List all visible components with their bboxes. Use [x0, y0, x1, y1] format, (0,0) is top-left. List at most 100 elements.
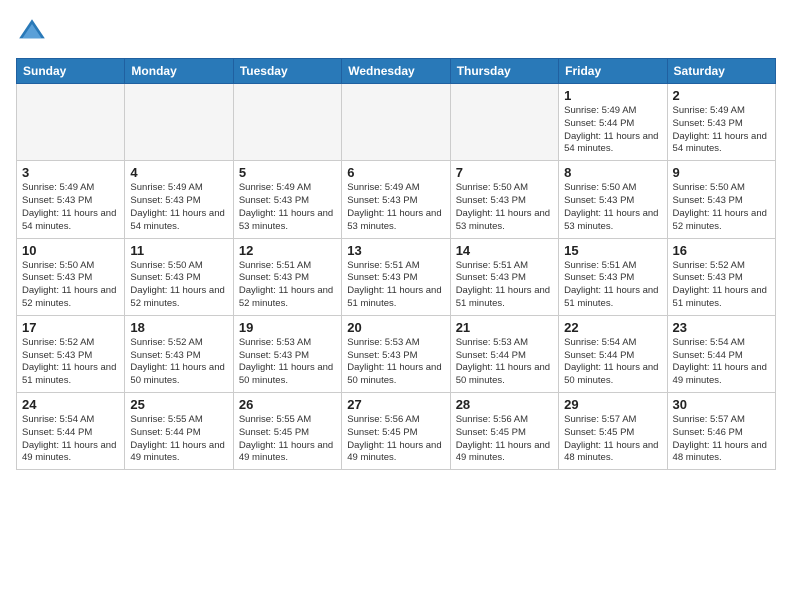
calendar-week-row: 1Sunrise: 5:49 AMSunset: 5:44 PMDaylight…: [17, 84, 776, 161]
calendar-cell: 26 Sunrise: 5:55 AMSunset: 5:45 PMDayligh…: [233, 393, 341, 470]
day-of-week-header: Wednesday: [342, 59, 450, 84]
calendar-cell: 14 Sunrise: 5:51 AMSunset: 5:43 PMDayligh…: [450, 238, 558, 315]
day-of-week-header: Saturday: [667, 59, 775, 84]
day-number: 25: [130, 397, 227, 412]
calendar-cell: 16 Sunrise: 5:52 AMSunset: 5:43 PMDayligh…: [667, 238, 775, 315]
day-of-week-header: Monday: [125, 59, 233, 84]
day-info: Sunrise: 5:50 AMSunset: 5:43 PMDaylight:…: [22, 260, 119, 311]
calendar-cell: [342, 84, 450, 161]
day-of-week-header: Friday: [559, 59, 667, 84]
day-number: 11: [130, 243, 227, 258]
day-info: Sunrise: 5:54 AMSunset: 5:44 PMDaylight:…: [673, 337, 770, 388]
day-number: 8: [564, 165, 661, 180]
day-of-week-header: Thursday: [450, 59, 558, 84]
calendar-cell: 30 Sunrise: 5:57 AMSunset: 5:46 PMDayligh…: [667, 393, 775, 470]
day-number: 20: [347, 320, 444, 335]
day-number: 29: [564, 397, 661, 412]
day-info: Sunrise: 5:49 AMSunset: 5:43 PMDaylight:…: [673, 105, 770, 156]
calendar-header-row: SundayMondayTuesdayWednesdayThursdayFrid…: [17, 59, 776, 84]
calendar-cell: 18 Sunrise: 5:52 AMSunset: 5:43 PMDayligh…: [125, 315, 233, 392]
calendar-cell: 27 Sunrise: 5:56 AMSunset: 5:45 PMDayligh…: [342, 393, 450, 470]
day-info: Sunrise: 5:51 AMSunset: 5:43 PMDaylight:…: [456, 260, 553, 311]
calendar-cell: [450, 84, 558, 161]
day-number: 13: [347, 243, 444, 258]
day-info: Sunrise: 5:50 AMSunset: 5:43 PMDaylight:…: [456, 182, 553, 233]
day-number: 26: [239, 397, 336, 412]
day-info: Sunrise: 5:53 AMSunset: 5:43 PMDaylight:…: [347, 337, 444, 388]
day-info: Sunrise: 5:52 AMSunset: 5:43 PMDaylight:…: [130, 337, 227, 388]
day-number: 22: [564, 320, 661, 335]
day-info: Sunrise: 5:56 AMSunset: 5:45 PMDaylight:…: [456, 414, 553, 465]
day-info: Sunrise: 5:50 AMSunset: 5:43 PMDaylight:…: [673, 182, 770, 233]
day-number: 7: [456, 165, 553, 180]
day-number: 19: [239, 320, 336, 335]
page-header: [16, 16, 776, 48]
day-info: Sunrise: 5:57 AMSunset: 5:45 PMDaylight:…: [564, 414, 661, 465]
day-number: 17: [22, 320, 119, 335]
day-info: Sunrise: 5:49 AMSunset: 5:43 PMDaylight:…: [22, 182, 119, 233]
day-number: 12: [239, 243, 336, 258]
day-number: 10: [22, 243, 119, 258]
day-info: Sunrise: 5:53 AMSunset: 5:44 PMDaylight:…: [456, 337, 553, 388]
day-info: Sunrise: 5:51 AMSunset: 5:43 PMDaylight:…: [239, 260, 336, 311]
day-number: 15: [564, 243, 661, 258]
day-info: Sunrise: 5:49 AMSunset: 5:43 PMDaylight:…: [130, 182, 227, 233]
day-info: Sunrise: 5:51 AMSunset: 5:43 PMDaylight:…: [564, 260, 661, 311]
day-number: 18: [130, 320, 227, 335]
calendar-cell: 6 Sunrise: 5:49 AMSunset: 5:43 PMDaylight…: [342, 161, 450, 238]
day-info: Sunrise: 5:55 AMSunset: 5:45 PMDaylight:…: [239, 414, 336, 465]
day-info: Sunrise: 5:49 AMSunset: 5:44 PMDaylight:…: [564, 105, 661, 156]
day-info: Sunrise: 5:49 AMSunset: 5:43 PMDaylight:…: [347, 182, 444, 233]
day-number: 6: [347, 165, 444, 180]
day-number: 3: [22, 165, 119, 180]
day-number: 30: [673, 397, 770, 412]
day-number: 14: [456, 243, 553, 258]
calendar-table: SundayMondayTuesdayWednesdayThursdayFrid…: [16, 58, 776, 470]
calendar-week-row: 3 Sunrise: 5:49 AMSunset: 5:43 PMDaylight…: [17, 161, 776, 238]
calendar-cell: 2 Sunrise: 5:49 AMSunset: 5:43 PMDaylight…: [667, 84, 775, 161]
calendar-week-row: 24 Sunrise: 5:54 AMSunset: 5:44 PMDayligh…: [17, 393, 776, 470]
day-info: Sunrise: 5:56 AMSunset: 5:45 PMDaylight:…: [347, 414, 444, 465]
day-number: 16: [673, 243, 770, 258]
day-number: 2: [673, 88, 770, 103]
calendar-cell: [125, 84, 233, 161]
day-info: Sunrise: 5:55 AMSunset: 5:44 PMDaylight:…: [130, 414, 227, 465]
calendar-cell: 21Sunrise: 5:53 AMSunset: 5:44 PMDayligh…: [450, 315, 558, 392]
calendar-cell: [17, 84, 125, 161]
day-info: Sunrise: 5:52 AMSunset: 5:43 PMDaylight:…: [673, 260, 770, 311]
calendar-cell: 22 Sunrise: 5:54 AMSunset: 5:44 PMDayligh…: [559, 315, 667, 392]
calendar-cell: 9Sunrise: 5:50 AMSunset: 5:43 PMDaylight…: [667, 161, 775, 238]
calendar-cell: 17 Sunrise: 5:52 AMSunset: 5:43 PMDayligh…: [17, 315, 125, 392]
calendar-cell: 29 Sunrise: 5:57 AMSunset: 5:45 PMDayligh…: [559, 393, 667, 470]
calendar-cell: 4 Sunrise: 5:49 AMSunset: 5:43 PMDaylight…: [125, 161, 233, 238]
day-of-week-header: Tuesday: [233, 59, 341, 84]
calendar-cell: 28Sunrise: 5:56 AMSunset: 5:45 PMDayligh…: [450, 393, 558, 470]
logo-icon: [16, 16, 48, 48]
calendar-week-row: 17 Sunrise: 5:52 AMSunset: 5:43 PMDayligh…: [17, 315, 776, 392]
day-info: Sunrise: 5:52 AMSunset: 5:43 PMDaylight:…: [22, 337, 119, 388]
day-number: 4: [130, 165, 227, 180]
day-info: Sunrise: 5:54 AMSunset: 5:44 PMDaylight:…: [564, 337, 661, 388]
calendar-cell: 20 Sunrise: 5:53 AMSunset: 5:43 PMDayligh…: [342, 315, 450, 392]
calendar-cell: 5Sunrise: 5:49 AMSunset: 5:43 PMDaylight…: [233, 161, 341, 238]
day-info: Sunrise: 5:57 AMSunset: 5:46 PMDaylight:…: [673, 414, 770, 465]
calendar-cell: 1Sunrise: 5:49 AMSunset: 5:44 PMDaylight…: [559, 84, 667, 161]
day-number: 27: [347, 397, 444, 412]
calendar-cell: 13 Sunrise: 5:51 AMSunset: 5:43 PMDayligh…: [342, 238, 450, 315]
day-number: 23: [673, 320, 770, 335]
day-number: 24: [22, 397, 119, 412]
day-info: Sunrise: 5:54 AMSunset: 5:44 PMDaylight:…: [22, 414, 119, 465]
calendar-week-row: 10 Sunrise: 5:50 AMSunset: 5:43 PMDayligh…: [17, 238, 776, 315]
calendar-cell: 24 Sunrise: 5:54 AMSunset: 5:44 PMDayligh…: [17, 393, 125, 470]
day-info: Sunrise: 5:51 AMSunset: 5:43 PMDaylight:…: [347, 260, 444, 311]
calendar-cell: 3 Sunrise: 5:49 AMSunset: 5:43 PMDaylight…: [17, 161, 125, 238]
calendar-cell: 7 Sunrise: 5:50 AMSunset: 5:43 PMDaylight…: [450, 161, 558, 238]
calendar-cell: 25 Sunrise: 5:55 AMSunset: 5:44 PMDayligh…: [125, 393, 233, 470]
page-container: SundayMondayTuesdayWednesdayThursdayFrid…: [0, 0, 792, 480]
calendar-cell: 11 Sunrise: 5:50 AMSunset: 5:43 PMDayligh…: [125, 238, 233, 315]
calendar-cell: 19Sunrise: 5:53 AMSunset: 5:43 PMDayligh…: [233, 315, 341, 392]
day-number: 5: [239, 165, 336, 180]
calendar-cell: 15 Sunrise: 5:51 AMSunset: 5:43 PMDayligh…: [559, 238, 667, 315]
day-info: Sunrise: 5:50 AMSunset: 5:43 PMDaylight:…: [130, 260, 227, 311]
calendar-cell: 23 Sunrise: 5:54 AMSunset: 5:44 PMDayligh…: [667, 315, 775, 392]
